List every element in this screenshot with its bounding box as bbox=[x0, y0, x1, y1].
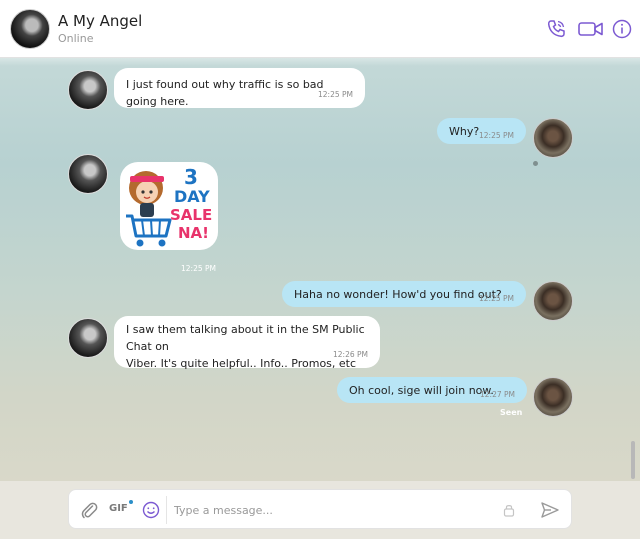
send-icon[interactable] bbox=[539, 499, 561, 521]
user-avatar-small[interactable] bbox=[533, 377, 573, 417]
message-time: 12:25 PM bbox=[479, 294, 514, 303]
message-composer: GIF bbox=[68, 489, 572, 529]
status-dot bbox=[533, 161, 538, 166]
message-bubble-outgoing[interactable]: Oh cool, sige will join now. 12:27 PM bbox=[337, 377, 527, 403]
contact-status: Online bbox=[58, 32, 94, 45]
message-text: Oh cool, sige will join now. bbox=[349, 384, 494, 397]
message-time: 12:25 PM bbox=[181, 264, 216, 273]
contact-avatar-small[interactable] bbox=[68, 70, 108, 110]
lock-icon[interactable] bbox=[501, 502, 517, 518]
message-bubble-outgoing[interactable]: Haha no wonder! How'd you find out? 12:2… bbox=[282, 281, 526, 307]
contact-avatar-small[interactable] bbox=[68, 318, 108, 358]
message-input[interactable] bbox=[174, 500, 474, 520]
scrollbar[interactable] bbox=[631, 441, 635, 479]
sale-sticker[interactable]: 3 DAY SALE NA! bbox=[118, 158, 222, 254]
message-bubble-outgoing[interactable]: Why? 12:25 PM bbox=[437, 118, 526, 144]
user-avatar-small[interactable] bbox=[533, 281, 573, 321]
gif-button[interactable]: GIF bbox=[109, 503, 128, 514]
seen-receipt: Seen bbox=[500, 408, 523, 417]
message-text-line: Viber. It's quite helpful.. Info.. Promo… bbox=[126, 357, 357, 370]
message-text: I just found out why traffic is so bad g… bbox=[126, 78, 324, 108]
top-fade bbox=[0, 58, 640, 66]
message-text-line: I saw them talking about it in the SM Pu… bbox=[126, 323, 365, 353]
gif-badge bbox=[129, 500, 133, 504]
user-avatar-small[interactable] bbox=[533, 118, 573, 158]
message-time: 12:26 PM bbox=[333, 350, 368, 359]
attach-icon[interactable] bbox=[79, 500, 99, 520]
composer-divider bbox=[166, 496, 167, 524]
message-time: 12:27 PM bbox=[480, 390, 515, 399]
sticker-text: SALE bbox=[170, 206, 212, 224]
message-time: 12:25 PM bbox=[479, 131, 514, 140]
phone-icon[interactable] bbox=[545, 18, 567, 40]
message-bubble-incoming[interactable]: I saw them talking about it in the SM Pu… bbox=[114, 316, 380, 370]
info-icon[interactable] bbox=[611, 18, 633, 40]
contact-name[interactable]: A My Angel bbox=[58, 12, 142, 30]
contact-avatar-small[interactable] bbox=[68, 154, 108, 194]
chat-header: A My Angel Online bbox=[0, 0, 640, 58]
message-text: Why? bbox=[449, 125, 480, 138]
message-bubble-incoming[interactable]: I just found out why traffic is so bad g… bbox=[114, 68, 365, 108]
sticker-text: NA! bbox=[178, 224, 209, 242]
video-icon[interactable] bbox=[577, 18, 605, 40]
contact-avatar[interactable] bbox=[10, 9, 50, 49]
message-time: 12:25 PM bbox=[318, 90, 353, 99]
sticker-text: 3 bbox=[184, 165, 198, 189]
message-text: Haha no wonder! How'd you find out? bbox=[294, 288, 502, 301]
smiley-icon[interactable] bbox=[141, 500, 161, 520]
sticker-text: DAY bbox=[174, 187, 210, 206]
